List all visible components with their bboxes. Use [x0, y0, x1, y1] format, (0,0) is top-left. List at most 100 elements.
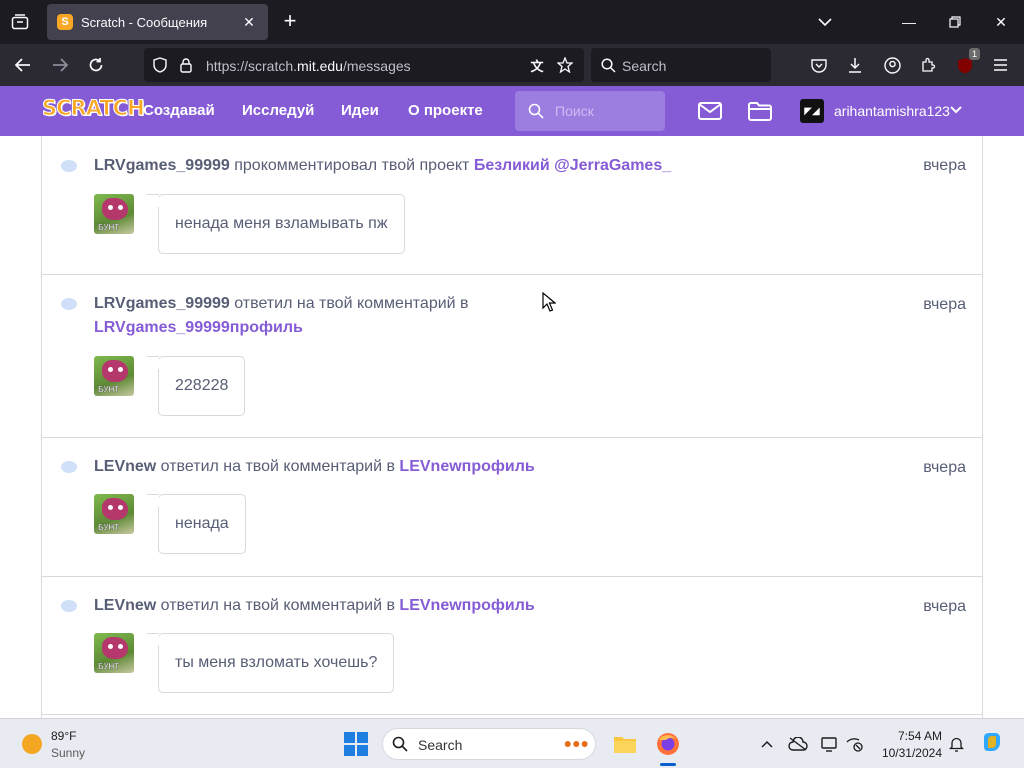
tab-title: Scratch - Сообщения — [81, 14, 208, 30]
browser-search-bar[interactable]: Search — [591, 48, 771, 82]
back-arrow-icon — [15, 58, 30, 72]
scratch-header: SCRATCH Создавай Исследуй Идеи О проекте… — [0, 86, 1024, 136]
url-text[interactable]: https://scratch.mit.edu/messages — [206, 58, 411, 74]
copilot-icon[interactable] — [980, 731, 1004, 755]
message-item: LEVnew ответил на твой комментарий в LEV… — [42, 577, 982, 715]
weather-sun-icon[interactable] — [22, 734, 42, 754]
message-time: вчера — [923, 598, 966, 615]
weather-condition[interactable]: Sunny — [51, 746, 85, 760]
clock-time[interactable]: 7:54 AM — [896, 729, 942, 743]
message-time: вчера — [923, 459, 966, 476]
messages-list: LRVgames_99999 прокомментировал твой про… — [41, 136, 983, 718]
weather-temperature[interactable]: 89°F — [51, 729, 76, 743]
message-item: LRVgames_99999 ответил на твой комментар… — [42, 275, 982, 438]
commenter-avatar[interactable]: БУНТ — [94, 194, 134, 234]
site-search-input[interactable]: Поиск — [515, 91, 665, 131]
windows-start-icon[interactable] — [343, 731, 369, 757]
message-item: LRVgames_99999 прокомментировал твой про… — [42, 136, 982, 275]
reload-button[interactable] — [83, 52, 109, 78]
tab-list-button[interactable] — [8, 10, 32, 34]
menu-ideas[interactable]: Идеи — [341, 102, 379, 119]
comment-bubble: ты меня взломать хочешь? — [146, 633, 395, 693]
show-hidden-icons-chevron-icon[interactable] — [757, 734, 777, 754]
shield-icon[interactable] — [151, 56, 169, 74]
user-avatar[interactable]: ◤◢ — [800, 99, 824, 123]
message-text: LRVgames_99999 прокомментировал твой про… — [94, 154, 874, 178]
extension-badge: 1 — [968, 48, 980, 60]
message-target-link[interactable]: Безликий @JerraGames_ — [474, 157, 671, 174]
commenter-avatar[interactable]: БУНТ — [94, 356, 134, 396]
windows-taskbar: 89°F Sunny Search ●●● 7:54 AM 10/31/2024 — [0, 718, 1024, 768]
commenter-avatar[interactable]: БУНТ — [94, 494, 134, 534]
menu-create[interactable]: Создавай — [143, 102, 215, 119]
new-tab-button[interactable]: + — [278, 10, 302, 34]
search-icon — [599, 56, 617, 74]
message-user-link[interactable]: LRVgames_99999 — [94, 157, 230, 174]
message-user-link[interactable]: LRVgames_99999 — [94, 295, 230, 312]
mouse-cursor-icon — [542, 292, 556, 312]
translate-icon[interactable]: 文 — [528, 56, 546, 74]
minimize-window-button[interactable]: — — [897, 10, 921, 34]
search-icon — [391, 735, 409, 753]
ublock-extension-icon[interactable]: 1 — [952, 48, 980, 78]
network-disconnected-icon[interactable] — [845, 734, 865, 754]
scratch-favicon-icon: S — [57, 14, 73, 30]
avatar-caption: БУНТ — [98, 223, 120, 232]
message-user-link[interactable]: LEVnew — [94, 458, 156, 475]
pocket-icon[interactable] — [806, 52, 832, 78]
active-app-indicator — [660, 763, 676, 766]
message-target-link[interactable]: LEVnewпрофиль — [399, 597, 534, 614]
close-window-button[interactable]: ✕ — [989, 10, 1013, 34]
account-icon[interactable] — [879, 52, 905, 78]
file-explorer-icon[interactable] — [612, 731, 638, 757]
site-search-placeholder: Поиск — [555, 103, 594, 119]
comment-bubble: 228228 — [146, 356, 246, 416]
display-icon[interactable] — [820, 734, 840, 754]
message-action: ответил на твой комментарий в — [156, 597, 400, 614]
message-target-link[interactable]: LRVgames_99999профиль — [94, 319, 303, 336]
url-path: /messages — [342, 58, 411, 74]
url-bar[interactable]: https://scratch.mit.edu/messages 文 — [144, 48, 584, 82]
username[interactable]: arihantamishra123 — [834, 103, 950, 119]
browser-tab-strip: S Scratch - Сообщения ✕ + — ✕ — [0, 0, 1024, 44]
taskbar-search-input[interactable]: Search ●●● — [382, 728, 596, 760]
messages-envelope-icon[interactable] — [697, 99, 723, 123]
restore-window-button[interactable] — [943, 10, 967, 34]
forward-button[interactable] — [47, 52, 73, 78]
commenter-avatar[interactable]: БУНТ — [94, 633, 134, 673]
bookmark-star-icon[interactable] — [556, 56, 574, 74]
firefox-icon[interactable] — [655, 731, 681, 757]
tab-close-icon[interactable]: ✕ — [240, 14, 258, 31]
taskbar-search-placeholder: Search — [418, 737, 463, 753]
message-action: ответил на твой комментарий в — [229, 295, 469, 312]
notifications-bell-icon[interactable] — [946, 734, 966, 754]
back-button[interactable] — [10, 52, 36, 78]
reload-icon — [89, 58, 103, 72]
message-time: вчера — [923, 296, 966, 313]
lock-icon[interactable] — [177, 56, 195, 74]
comment-bubble: ненада меня взламывать пж — [147, 194, 405, 254]
message-text: LEVnew ответил на твой комментарий в LEV… — [94, 594, 874, 618]
message-type-dot-icon — [61, 160, 77, 172]
message-user-link[interactable]: LEVnew — [94, 597, 156, 614]
message-target-link[interactable]: LEVnewпрофиль — [399, 458, 534, 475]
scratch-logo[interactable]: SCRATCH — [42, 96, 146, 121]
clock-date[interactable]: 10/31/2024 — [874, 746, 942, 760]
avatar-caption: БУНТ — [98, 385, 120, 394]
message-type-dot-icon — [61, 461, 77, 473]
comment-bubble: ненада — [147, 494, 246, 554]
my-stuff-folder-icon[interactable] — [747, 99, 773, 123]
browser-tab-active[interactable]: S Scratch - Сообщения ✕ — [47, 4, 268, 40]
downloads-icon[interactable] — [842, 52, 868, 78]
menu-explore[interactable]: Исследуй — [242, 102, 314, 119]
tab-list-icon — [11, 14, 29, 30]
menu-hamburger-icon[interactable] — [987, 52, 1013, 78]
message-time: вчера — [923, 157, 966, 174]
extensions-icon[interactable] — [915, 52, 941, 78]
menu-about[interactable]: О проекте — [408, 102, 483, 119]
chevron-down-icon[interactable] — [950, 103, 962, 117]
message-text: LEVnew ответил на твой комментарий в LEV… — [94, 455, 874, 479]
list-all-tabs-chevron-icon[interactable] — [813, 10, 837, 34]
message-type-dot-icon — [61, 600, 77, 612]
onedrive-offline-icon[interactable] — [788, 734, 808, 754]
